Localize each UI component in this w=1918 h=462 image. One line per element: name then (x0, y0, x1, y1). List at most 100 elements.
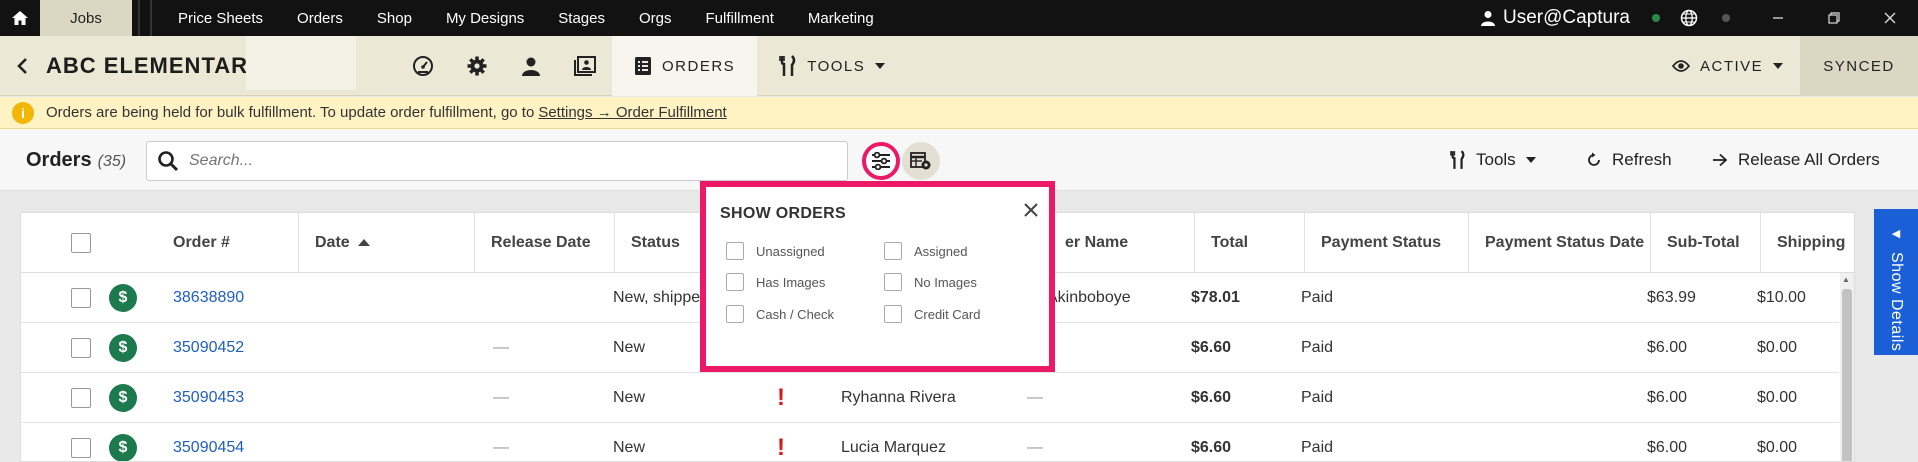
release-all-orders-button[interactable]: Release All Orders (1712, 129, 1880, 191)
nav-price-sheets[interactable]: Price Sheets (164, 0, 283, 36)
close-popover-button[interactable] (1021, 201, 1041, 221)
nav-stages[interactable]: Stages (544, 0, 625, 36)
shipping-value: $0.00 (1757, 439, 1798, 456)
chevron-left-icon (17, 57, 27, 74)
tab-tools-label: TOOLS (807, 57, 866, 75)
close-icon (1024, 203, 1038, 217)
column-settings-button[interactable] (902, 142, 940, 180)
status-value: New (613, 439, 646, 456)
scroll-up-icon[interactable]: ▲ (1842, 275, 1850, 284)
filter-cash-check[interactable]: Cash / Check (726, 305, 834, 323)
speedometer-icon (413, 56, 433, 76)
minimize-icon (1773, 17, 1783, 19)
row-checkbox[interactable] (71, 438, 91, 458)
payment-status-value: Paid (1301, 389, 1334, 406)
back-button[interactable] (4, 57, 40, 75)
job-status-dropdown[interactable]: ACTIVE (1672, 36, 1784, 96)
customer-extra-value: — (1027, 389, 1043, 406)
user-menu[interactable]: User@Captura (1481, 7, 1630, 29)
table-scrollbar[interactable]: ▲ (1840, 273, 1854, 461)
eye-icon (1672, 60, 1690, 72)
dollar-icon: $ (109, 284, 137, 312)
restore-icon (1828, 12, 1840, 24)
table-row[interactable]: $ 35090453 — New ! Ryhanna Rivera — $6.6… (21, 373, 1839, 423)
order-number-link[interactable]: 35090454 (173, 423, 244, 461)
chevron-down-icon (875, 63, 886, 69)
column-payment-status[interactable]: Payment Status (1305, 213, 1469, 273)
column-shipping[interactable]: Shipping (1761, 213, 1854, 273)
payment-indicator: $ (109, 423, 137, 461)
search-box (146, 141, 848, 181)
payment-status-value: Paid (1301, 439, 1334, 456)
orders-count: (35) (97, 153, 127, 170)
row-checkbox[interactable] (71, 288, 91, 308)
nav-shop[interactable]: Shop (363, 0, 432, 36)
column-total[interactable]: Total (1195, 213, 1305, 273)
photos-button[interactable] (558, 36, 612, 96)
globe-icon[interactable] (1680, 9, 1698, 27)
select-all-checkbox[interactable] (71, 233, 91, 253)
nav-tab-jobs[interactable]: Jobs (40, 0, 132, 36)
tab-tools[interactable]: TOOLS (757, 36, 907, 96)
settings-button[interactable] (450, 36, 504, 96)
dashboard-button[interactable] (396, 36, 450, 96)
customers-button[interactable] (504, 36, 558, 96)
filter-unassigned-label: Unassigned (756, 243, 825, 259)
filter-no-images-checkbox[interactable] (884, 273, 902, 291)
column-payment-status-date[interactable]: Payment Status Date (1469, 213, 1651, 273)
filter-unassigned[interactable]: Unassigned (726, 242, 825, 260)
orders-title: Orders (26, 149, 92, 171)
nav-my-designs[interactable]: My Designs (432, 0, 544, 36)
subtotal-value: $6.00 (1647, 339, 1688, 356)
scrollbar-thumb[interactable] (1842, 289, 1852, 461)
row-checkbox[interactable] (71, 388, 91, 408)
order-number-link[interactable]: 35090453 (173, 373, 244, 423)
nav-orders[interactable]: Orders (283, 0, 363, 36)
filter-has-images-label: Has Images (756, 274, 826, 290)
total-value: $6.60 (1191, 439, 1232, 456)
show-details-tab[interactable]: ◀ Show Details (1874, 209, 1918, 355)
column-subtotal[interactable]: Sub-Total (1651, 213, 1761, 273)
nav-fulfillment[interactable]: Fulfillment (692, 0, 794, 36)
column-date[interactable]: Date (299, 213, 475, 273)
release-all-orders-label: Release All Orders (1738, 150, 1880, 169)
filter-has-images[interactable]: Has Images (726, 273, 825, 291)
refresh-button[interactable]: Refresh (1586, 129, 1672, 191)
tab-orders[interactable]: ORDERS (612, 36, 758, 96)
order-number-link[interactable]: 38638890 (173, 273, 244, 323)
filter-credit-card-checkbox[interactable] (884, 305, 902, 323)
nav-divider (138, 0, 152, 36)
row-checkbox[interactable] (71, 338, 91, 358)
orders-tools-dropdown[interactable]: Tools (1450, 129, 1536, 191)
filter-has-images-checkbox[interactable] (726, 273, 744, 291)
table-row[interactable]: $ 35090454 — New ! Lucia Marquez — $6.60… (21, 423, 1839, 461)
order-number-link[interactable]: 35090452 (173, 323, 244, 373)
search-input[interactable] (189, 152, 789, 170)
filter-assigned-checkbox[interactable] (884, 242, 902, 260)
show-details-label: Show Details (1888, 252, 1905, 352)
nav-orgs[interactable]: Orgs (625, 0, 692, 36)
nav-marketing[interactable]: Marketing (794, 0, 894, 36)
close-window-button[interactable] (1862, 0, 1918, 36)
caret-left-icon: ◀ (1891, 228, 1901, 240)
column-release-date[interactable]: Release Date (475, 213, 615, 273)
order-fulfillment-settings-link[interactable]: Settings → Order Fulfillment (538, 104, 726, 121)
user-icon (1481, 11, 1495, 26)
minimize-button[interactable] (1750, 0, 1806, 36)
table-settings-icon (910, 152, 931, 170)
filter-assigned[interactable]: Assigned (884, 242, 967, 260)
top-nav: Jobs Price Sheets Orders Shop My Designs… (0, 0, 1918, 36)
tools-icon (779, 55, 796, 76)
status-value: New, shippe (613, 289, 701, 306)
filter-cash-check-checkbox[interactable] (726, 305, 744, 323)
column-order-number[interactable]: Order # (157, 213, 299, 273)
filter-unassigned-checkbox[interactable] (726, 242, 744, 260)
filter-button[interactable] (862, 142, 900, 180)
home-button[interactable] (0, 0, 40, 36)
customer-name-value: Lucia Marquez (841, 439, 946, 456)
filter-no-images[interactable]: No Images (884, 273, 977, 291)
restore-button[interactable] (1806, 0, 1862, 36)
filter-credit-card[interactable]: Credit Card (884, 305, 980, 323)
home-icon (12, 11, 28, 25)
chevron-down-icon (1525, 157, 1536, 163)
